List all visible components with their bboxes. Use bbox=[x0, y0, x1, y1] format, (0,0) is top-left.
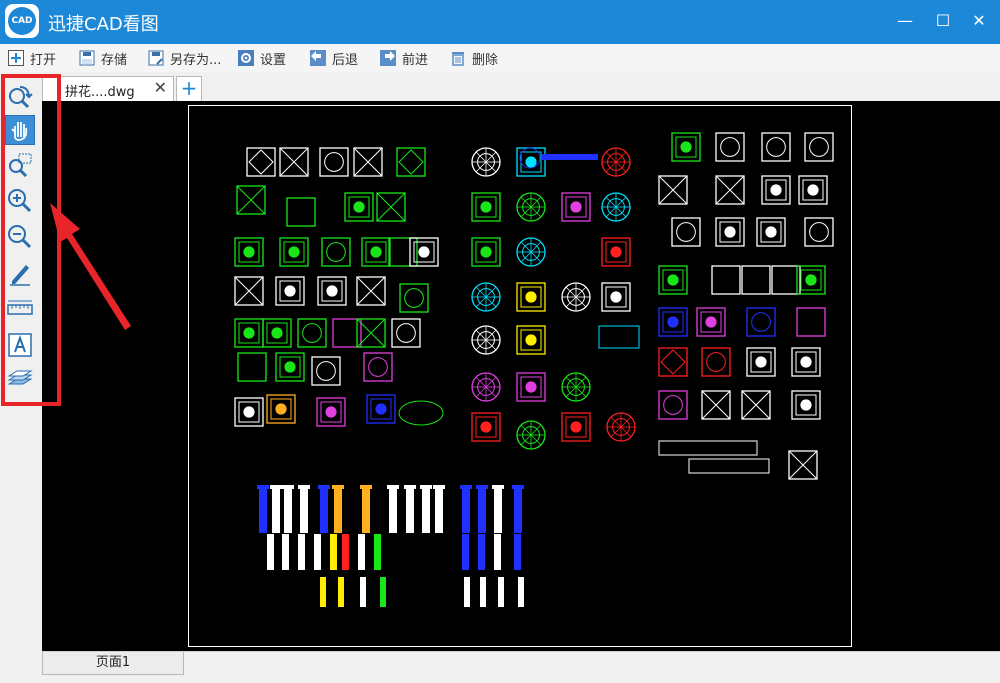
minimize-button[interactable]: — bbox=[890, 6, 920, 36]
save-label: 存储 bbox=[101, 52, 128, 68]
close-tab-icon[interactable]: ✕ bbox=[154, 78, 167, 97]
drawing-canvas[interactable] bbox=[42, 101, 1000, 651]
document-tab-label: 拼花....dwg bbox=[65, 85, 135, 100]
app-title: 迅捷CAD看图 bbox=[48, 14, 159, 35]
new-tab-button[interactable]: + bbox=[176, 76, 202, 102]
document-tab[interactable]: 拼花....dwg ✕ bbox=[42, 76, 174, 102]
forward-button[interactable]: 前进 bbox=[380, 47, 428, 69]
app-logo: CAD bbox=[5, 4, 39, 38]
close-window-button[interactable]: ✕ bbox=[964, 6, 994, 36]
save-as-icon bbox=[148, 50, 164, 66]
settings-label: 设置 bbox=[260, 52, 287, 68]
maximize-button[interactable]: ☐ bbox=[928, 6, 958, 36]
menu-bar: 打开 存储 另存为... 设置 后退 前进 删除 bbox=[0, 44, 1000, 73]
gear-icon bbox=[238, 50, 254, 66]
page-tab[interactable]: 页面1 bbox=[42, 652, 184, 675]
delete-label: 删除 bbox=[472, 52, 499, 68]
save-as-label: 另存为... bbox=[170, 52, 222, 68]
title-bar: CAD 迅捷CAD看图 — ☐ ✕ bbox=[0, 0, 1000, 44]
open-button[interactable]: 打开 bbox=[8, 47, 56, 69]
back-label: 后退 bbox=[332, 52, 359, 68]
cad-drawing bbox=[234, 132, 834, 607]
save-icon bbox=[79, 50, 95, 66]
highlight-box bbox=[1, 74, 61, 406]
app-logo-text: CAD bbox=[8, 7, 36, 35]
forward-label: 前进 bbox=[402, 52, 429, 68]
forward-arrow-icon bbox=[380, 50, 396, 66]
document-tab-bar: 拼花....dwg ✕ + bbox=[42, 72, 1000, 102]
settings-button[interactable]: 设置 bbox=[238, 47, 286, 69]
back-button[interactable]: 后退 bbox=[310, 47, 358, 69]
status-bar: 页面1 bbox=[42, 651, 1000, 683]
trash-icon bbox=[450, 50, 466, 66]
save-button[interactable]: 存储 bbox=[79, 47, 127, 69]
open-label: 打开 bbox=[30, 52, 57, 68]
save-as-button[interactable]: 另存为... bbox=[148, 47, 221, 69]
back-arrow-icon bbox=[310, 50, 326, 66]
plus-icon bbox=[8, 50, 24, 66]
delete-button[interactable]: 删除 bbox=[450, 47, 498, 69]
